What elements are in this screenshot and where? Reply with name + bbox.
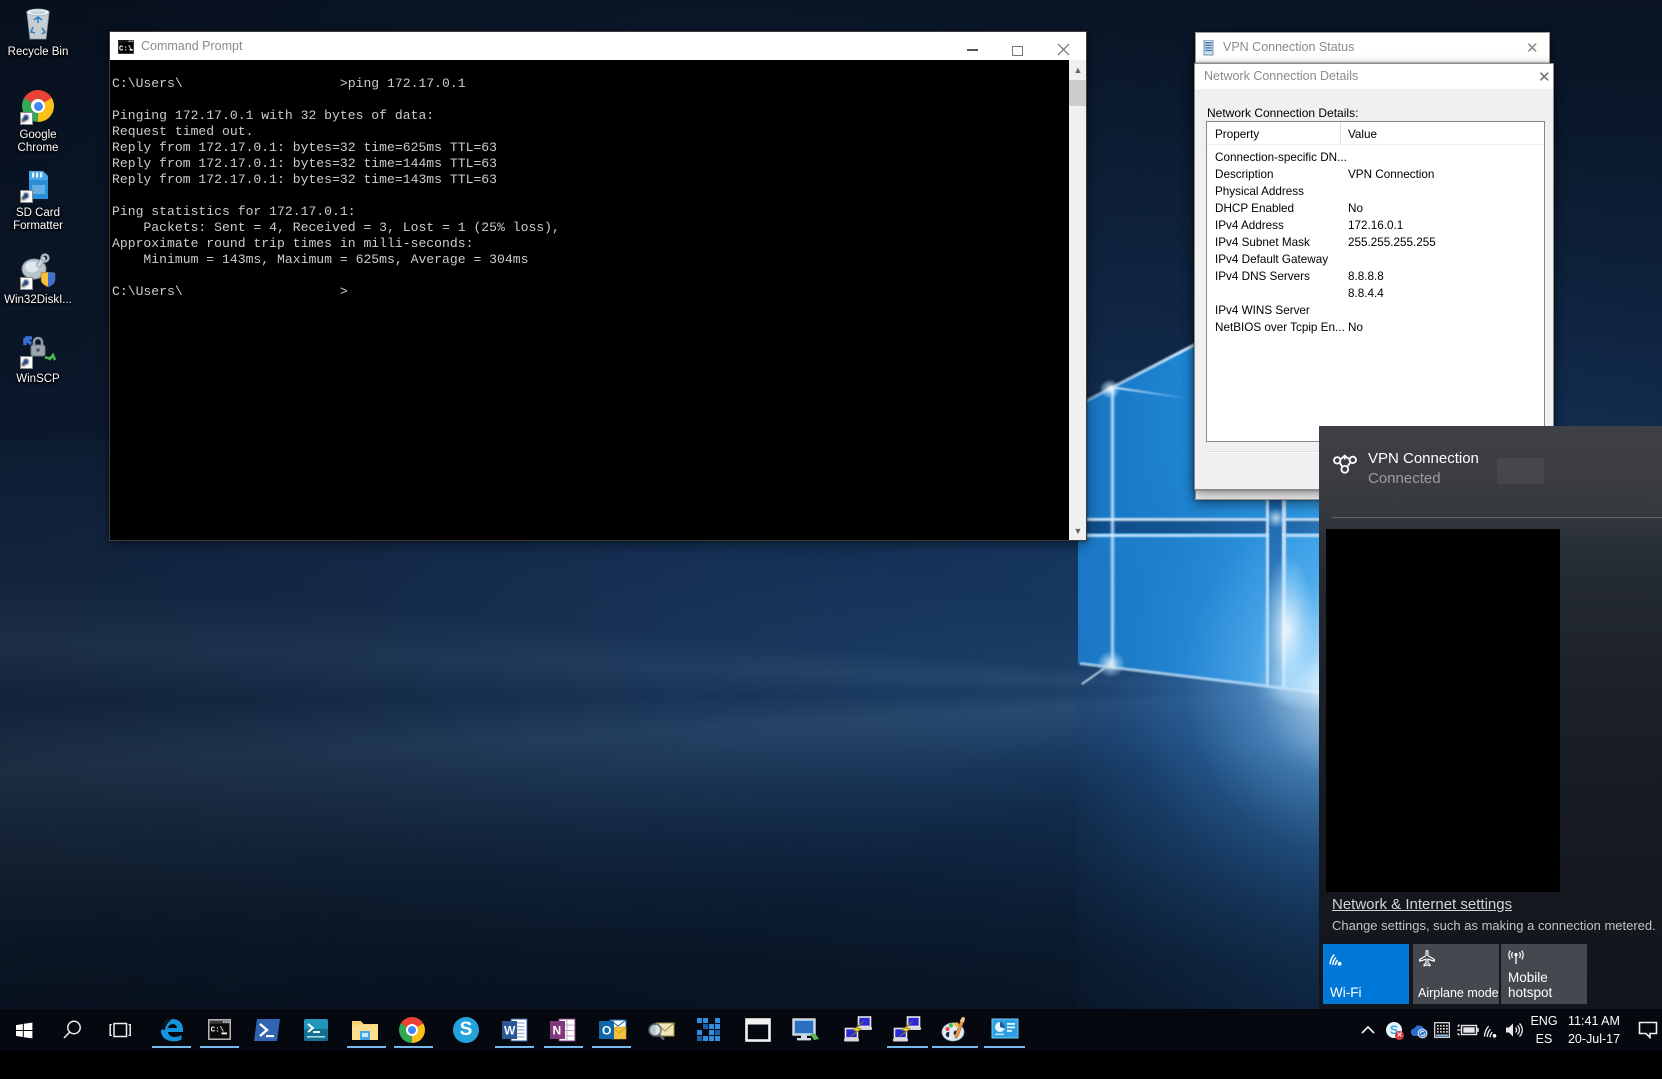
svg-text:O: O: [602, 1024, 611, 1038]
svg-text:N: N: [553, 1024, 562, 1038]
svg-text:W: W: [504, 1024, 516, 1038]
